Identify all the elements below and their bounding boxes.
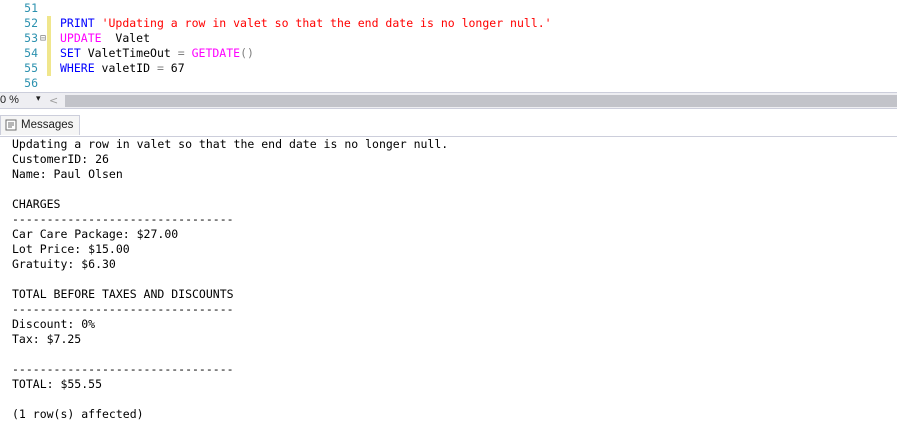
code-line[interactable]: 53 ⊟ UPDATE Valet bbox=[0, 31, 897, 46]
message-line: Updating a row in valet so that the end … bbox=[12, 137, 449, 151]
code-token: = bbox=[156, 61, 164, 75]
message-line: Car Care Package: $27.00 bbox=[12, 227, 179, 241]
message-line: (1 row(s) affected) bbox=[12, 407, 144, 421]
messages-output: Updating a row in valet so that the end … bbox=[12, 137, 448, 422]
message-line: Gratuity: $6.30 bbox=[12, 257, 116, 271]
tab-messages[interactable]: Messages bbox=[0, 115, 81, 135]
message-line: -------------------------------- bbox=[12, 302, 234, 316]
message-line: Lot Price: $15.00 bbox=[12, 242, 130, 256]
line-number: 55 bbox=[24, 61, 38, 75]
change-marker bbox=[47, 61, 51, 76]
zoom-level[interactable]: 0 % bbox=[0, 94, 19, 106]
code-text: SET ValetTimeOut = GETDATE() bbox=[60, 46, 254, 61]
code-line[interactable]: 56 bbox=[0, 76, 897, 91]
message-line bbox=[12, 392, 448, 407]
code-token: PRINT bbox=[60, 16, 95, 30]
code-token: 'Updating a row in valet so that the end… bbox=[101, 16, 552, 30]
line-number: 56 bbox=[24, 76, 38, 90]
messages-icon bbox=[5, 119, 17, 131]
message-line: TOTAL BEFORE TAXES AND DISCOUNTS bbox=[12, 287, 234, 301]
message-line: Tax: $7.25 bbox=[12, 332, 82, 346]
message-line: Discount: 0% bbox=[12, 317, 96, 331]
horizontal-scrollbar[interactable] bbox=[65, 95, 897, 107]
message-line: CHARGES bbox=[12, 197, 61, 211]
message-line: Name: Paul Olsen bbox=[12, 167, 123, 181]
code-line[interactable]: 54 SET ValetTimeOut = GETDATE() bbox=[0, 46, 897, 61]
scroll-left-arrow-icon[interactable]: < bbox=[49, 94, 58, 107]
change-marker bbox=[47, 31, 51, 46]
code-token: () bbox=[240, 46, 254, 60]
results-tab-strip: Messages bbox=[0, 114, 897, 137]
line-number: 53 bbox=[24, 31, 38, 45]
code-token: SET bbox=[60, 46, 81, 60]
code-token: valetID bbox=[94, 61, 157, 75]
message-line bbox=[12, 347, 448, 362]
message-line: TOTAL: $55.55 bbox=[12, 377, 103, 391]
tab-messages-label: Messages bbox=[21, 119, 74, 131]
line-number: 52 bbox=[24, 16, 38, 30]
code-token: Valet bbox=[101, 31, 151, 45]
message-line: CustomerID: 26 bbox=[12, 152, 109, 166]
code-token: UPDATE bbox=[60, 31, 102, 45]
zoom-dropdown-icon[interactable]: ▾ bbox=[36, 94, 41, 104]
change-marker bbox=[47, 46, 51, 61]
message-line bbox=[12, 272, 448, 287]
message-line: -------------------------------- bbox=[12, 212, 234, 226]
code-line[interactable]: 55 WHERE valetID = 67 bbox=[0, 61, 897, 76]
code-token: ValetTimeOut bbox=[80, 46, 178, 60]
code-token: 67 bbox=[163, 61, 185, 75]
code-token: GETDATE bbox=[191, 46, 241, 60]
change-marker bbox=[47, 16, 51, 31]
code-text: WHERE valetID = 67 bbox=[60, 61, 185, 76]
code-line[interactable]: 51 bbox=[0, 1, 897, 16]
message-line: -------------------------------- bbox=[12, 362, 234, 376]
editor-status-bar: 0 % ▾ < bbox=[0, 92, 897, 109]
code-line[interactable]: 52 PRINT 'Updating a row in valet so that… bbox=[0, 16, 897, 31]
code-token: WHERE bbox=[60, 61, 95, 75]
message-line bbox=[12, 182, 448, 197]
line-number: 54 bbox=[24, 46, 38, 60]
line-number: 51 bbox=[24, 1, 38, 15]
code-text: PRINT 'Updating a row in valet so that t… bbox=[60, 16, 552, 31]
code-token: = bbox=[177, 46, 185, 60]
query-editor[interactable]: 51 52 PRINT 'Updating a row in valet so th… bbox=[0, 0, 897, 92]
code-text: UPDATE Valet bbox=[60, 31, 150, 46]
